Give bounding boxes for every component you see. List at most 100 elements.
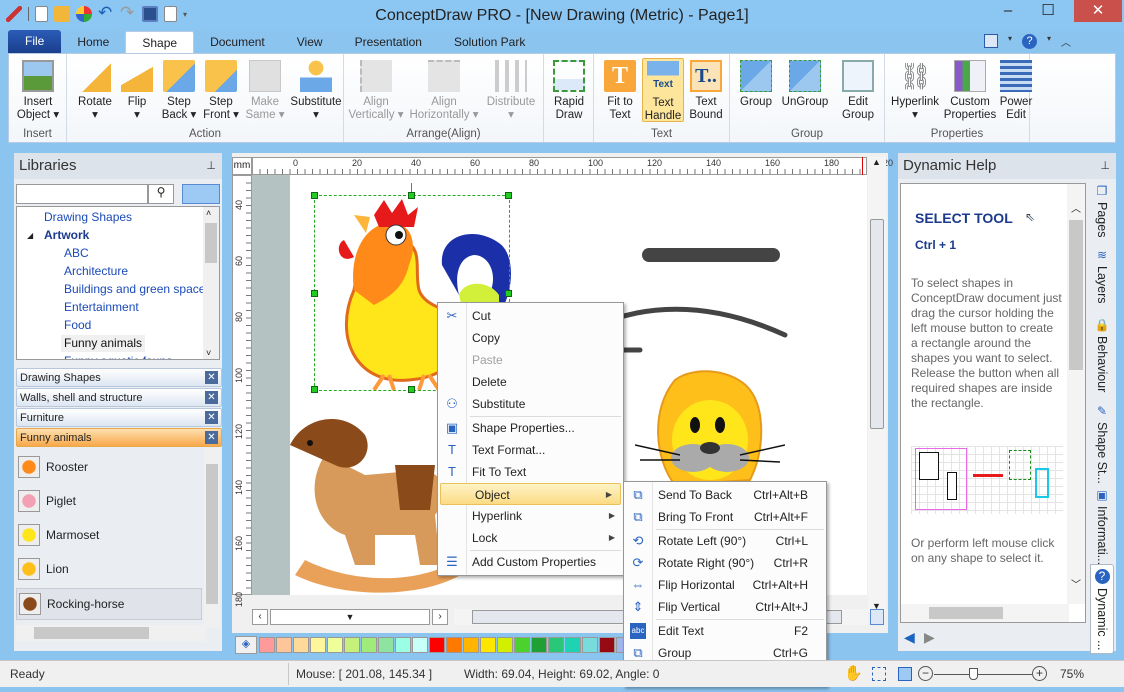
close-library-icon[interactable]: ✕ xyxy=(205,371,218,384)
library-tree-item[interactable]: Food xyxy=(61,317,94,334)
canvas-vscrollbar[interactable]: ▲ ▼ xyxy=(868,157,886,613)
color-swatch[interactable] xyxy=(310,637,326,653)
pin-icon[interactable]: ⊥ xyxy=(206,153,216,179)
open-library-item[interactable]: Funny animals ✕ xyxy=(16,428,222,447)
library-tree-item[interactable]: Buildings and green spaces xyxy=(61,281,214,298)
side-tab-behaviour[interactable]: 🔒 Behaviour xyxy=(1090,314,1114,400)
tab-document[interactable]: Document xyxy=(194,31,281,53)
hand-tool-icon[interactable]: ✋ xyxy=(844,664,863,682)
open-library-item[interactable]: Walls, shell and structure ✕ xyxy=(16,388,222,407)
color-swatch[interactable] xyxy=(293,637,309,653)
step-back-button[interactable]: Step Back ▾ xyxy=(159,60,199,122)
color-swatch[interactable] xyxy=(565,637,581,653)
text-handle-button[interactable]: Text Text Handle xyxy=(642,58,684,122)
selection-handle[interactable] xyxy=(505,290,512,297)
selection-handle[interactable] xyxy=(408,192,415,199)
tab-view[interactable]: View xyxy=(281,31,339,53)
context-menu-item[interactable]: ✂ Cut xyxy=(438,305,623,327)
zoom-slider-thumb[interactable] xyxy=(969,668,979,680)
library-tree-item[interactable]: Funny aquatic fauna xyxy=(61,353,176,359)
context-menu-item[interactable]: Object ▶ xyxy=(440,483,621,505)
expand-arrow-icon[interactable]: ◢ xyxy=(27,227,33,244)
layout-dropdown-icon[interactable]: ▾ xyxy=(1008,34,1012,49)
fit-to-text-button[interactable]: T Fit to Text xyxy=(600,60,640,122)
minimize-button[interactable]: ‒ xyxy=(990,0,1026,22)
color-swatch[interactable] xyxy=(463,637,479,653)
context-menu-item[interactable]: T Text Format... xyxy=(438,439,623,461)
object-submenu-item[interactable]: ⟳ Rotate Right (90°) Ctrl+R xyxy=(624,552,826,574)
align-vertically-button[interactable]: Align Vertically ▾ xyxy=(346,60,406,122)
context-menu-item[interactable]: Copy xyxy=(438,327,623,349)
next-page-button[interactable]: › xyxy=(432,609,448,625)
layout-icon[interactable] xyxy=(984,34,998,48)
selection-handle[interactable] xyxy=(311,192,318,199)
shape-curve[interactable] xyxy=(610,295,790,355)
edit-group-button[interactable]: Edit Group xyxy=(836,60,880,122)
color-swatch[interactable] xyxy=(344,637,360,653)
color-swatch[interactable] xyxy=(259,637,275,653)
library-shape-item[interactable]: Piglet xyxy=(16,486,202,518)
object-submenu-item[interactable]: ⧉ Send To Back Ctrl+Alt+B xyxy=(624,484,826,506)
fit-page-button[interactable] xyxy=(870,609,884,625)
tab-solution-park[interactable]: Solution Park xyxy=(438,31,541,53)
open-library-item[interactable]: Drawing Shapes ✕ xyxy=(16,368,222,387)
tab-home[interactable]: Home xyxy=(61,31,125,53)
selection-handle[interactable] xyxy=(311,290,318,297)
library-tree-item[interactable]: Architecture xyxy=(61,263,131,280)
rapid-draw-button[interactable]: Rapid Draw xyxy=(548,60,590,122)
side-tab-layers[interactable]: ≋ Layers xyxy=(1090,244,1114,314)
library-shape-item[interactable]: Marmoset xyxy=(16,520,202,552)
color-swatch[interactable] xyxy=(378,637,394,653)
substitute-button[interactable]: Substitute ▾ xyxy=(289,60,343,122)
help-back-button[interactable]: ◀ xyxy=(904,629,915,646)
ungroup-button[interactable]: UnGroup xyxy=(778,60,832,109)
side-tab-pages[interactable]: ❐ Pages xyxy=(1090,180,1114,244)
library-shape-item[interactable]: Rocking-horse xyxy=(16,588,202,620)
help-icon[interactable]: ? xyxy=(1022,34,1038,49)
context-menu-item[interactable]: Lock ▶ xyxy=(438,527,623,549)
shape-list-scrollbar[interactable] xyxy=(204,448,220,628)
hyperlink-button[interactable]: ⛓ Hyperlink ▾ xyxy=(889,60,941,122)
fill-bucket-icon[interactable]: ◈ xyxy=(235,636,257,654)
color-swatch[interactable] xyxy=(276,637,292,653)
page-selector[interactable]: ▼ xyxy=(270,609,430,625)
color-swatch[interactable] xyxy=(599,637,615,653)
object-submenu-item[interactable]: abc Edit Text F2 xyxy=(624,620,826,642)
shape-list-hscrollbar[interactable] xyxy=(16,625,206,641)
side-tab-informati[interactable]: ▣ Informati... xyxy=(1090,484,1114,565)
library-shape-item[interactable]: Rooster xyxy=(16,452,202,484)
zoom-rect-icon[interactable] xyxy=(872,667,886,681)
color-swatch[interactable] xyxy=(514,637,530,653)
tree-view-toggle[interactable] xyxy=(182,184,220,204)
object-submenu-item[interactable]: ⟲ Rotate Left (90°) Ctrl+L xyxy=(624,530,826,552)
search-button[interactable]: ⚲ xyxy=(148,184,174,204)
insert-object-button[interactable]: Insert Object ▾ xyxy=(13,60,63,122)
pin-icon[interactable]: ⊥ xyxy=(1100,153,1110,179)
prev-page-button[interactable]: ‹ xyxy=(252,609,268,625)
context-menu-item[interactable]: ▣ Shape Properties... xyxy=(438,417,623,439)
library-tree-item[interactable]: Drawing Shapes xyxy=(41,209,135,226)
object-submenu-item[interactable]: ⇕ Flip Vertical Ctrl+Alt+J xyxy=(624,596,826,618)
zoom-in-button[interactable]: + xyxy=(1032,666,1047,681)
tab-shape[interactable]: Shape xyxy=(125,31,195,53)
context-menu-item[interactable]: ⚇ Substitute xyxy=(438,393,623,415)
zoom-out-button[interactable]: − xyxy=(918,666,933,681)
text-bound-button[interactable]: T.. Text Bound xyxy=(686,60,726,122)
selection-handle[interactable] xyxy=(311,386,318,393)
close-library-icon[interactable]: ✕ xyxy=(205,411,218,424)
color-swatch[interactable] xyxy=(480,637,496,653)
help-dropdown-icon[interactable]: ▾ xyxy=(1047,34,1051,49)
color-swatch[interactable] xyxy=(582,637,598,653)
context-menu-item[interactable]: Paste xyxy=(438,349,623,371)
context-menu-item[interactable]: Delete xyxy=(438,371,623,393)
color-swatch[interactable] xyxy=(429,637,445,653)
library-tree-item[interactable]: Entertainment xyxy=(61,299,142,316)
color-swatch[interactable] xyxy=(446,637,462,653)
color-swatch[interactable] xyxy=(361,637,377,653)
color-swatch[interactable] xyxy=(531,637,547,653)
shape-line-1[interactable] xyxy=(642,248,780,262)
side-tab-dynamic[interactable]: ? Dynamic ... xyxy=(1090,564,1114,654)
object-submenu-item[interactable]: ⧉ Bring To Front Ctrl+Alt+F xyxy=(624,506,826,528)
close-library-icon[interactable]: ✕ xyxy=(205,391,218,404)
distribute-button[interactable]: Distribute ▾ xyxy=(482,60,540,122)
